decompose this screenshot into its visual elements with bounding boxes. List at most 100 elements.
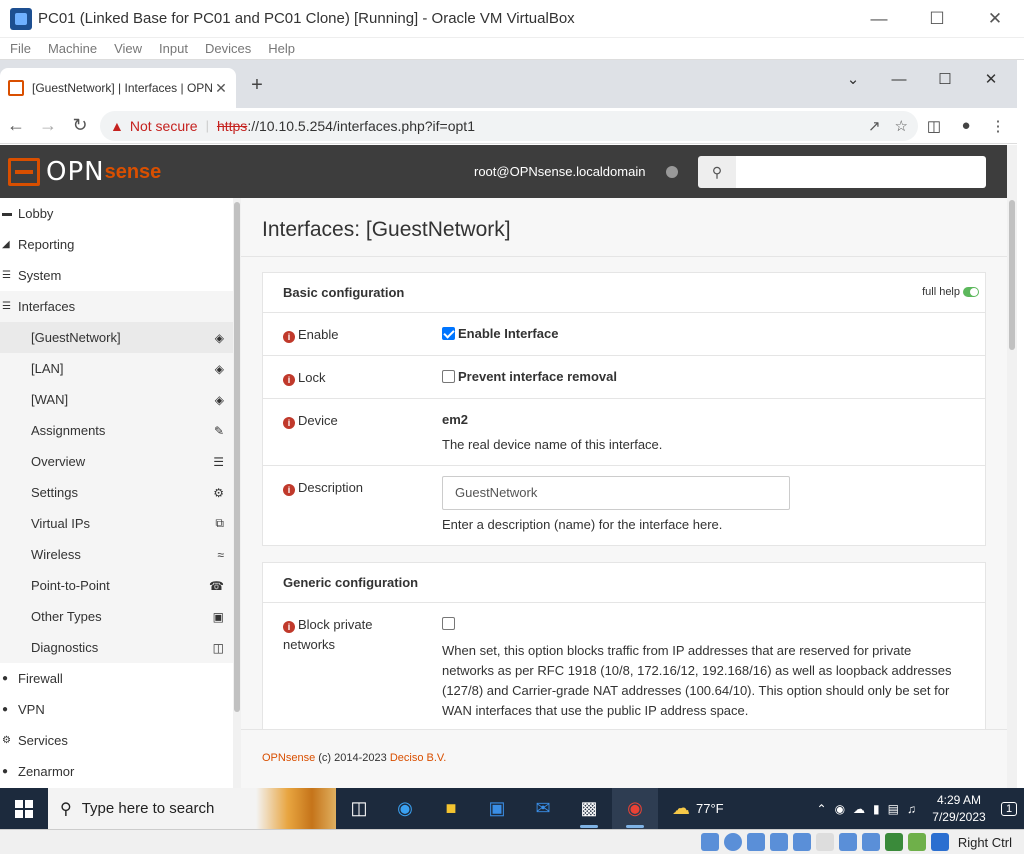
sidebar-item-overview[interactable]: Overview ☰ <box>0 446 233 477</box>
status-dot-icon[interactable] <box>666 166 678 178</box>
footer-opnsense-link[interactable]: OPNsense <box>262 752 315 764</box>
edge-icon[interactable]: ◉ <box>382 788 428 829</box>
sidebar-scrollbar[interactable] <box>233 198 241 788</box>
back-arrow-icon[interactable]: ← <box>0 110 32 142</box>
block-private-label: Block private networks <box>283 617 373 652</box>
sidebar-item-other-types[interactable]: Other Types ▣ <box>0 601 233 632</box>
mail-icon[interactable]: ✉ <box>520 788 566 829</box>
menu-view[interactable]: View <box>114 41 142 56</box>
sidebar-item-interfaces[interactable]: ☰ Interfaces <box>0 291 233 322</box>
menu-file[interactable]: File <box>10 41 31 56</box>
task-view-icon[interactable]: ◫ <box>336 788 382 829</box>
prevent-removal-checkbox[interactable] <box>442 370 455 383</box>
browser-maximize-button[interactable]: ☐ <box>922 64 968 94</box>
menu-help[interactable]: Help <box>268 41 295 56</box>
taskbar-search-box[interactable]: ⚲ Type here to search <box>48 788 336 829</box>
sidebar-item-services[interactable]: ⚙ Services <box>0 725 233 756</box>
page-scrollbar[interactable] <box>1007 145 1017 788</box>
file-explorer-icon[interactable]: ■ <box>428 788 474 829</box>
cpu-icon[interactable] <box>884 833 903 851</box>
recording-icon[interactable] <box>861 833 880 851</box>
info-circle-icon[interactable]: i <box>283 621 295 633</box>
windows-start-icon[interactable] <box>0 788 48 829</box>
camera-icon[interactable]: ◉ <box>835 802 845 816</box>
onedrive-cloud-icon[interactable]: ☁ <box>853 802 865 816</box>
enable-row: i Enable Enable Interface <box>263 313 985 356</box>
show-hidden-icons-chevron-up-icon[interactable]: ⌃ <box>817 802 827 816</box>
optical-drive-icon[interactable] <box>723 833 742 851</box>
wifi-icon: ≈ <box>217 547 224 562</box>
battery-icon[interactable]: ▮ <box>873 802 880 816</box>
sidebar-item-lobby[interactable]: ▬ Lobby <box>0 198 233 229</box>
shared-folders-icon[interactable] <box>815 833 834 851</box>
reload-icon[interactable]: ↻ <box>64 110 96 142</box>
sidebar-item-wan[interactable]: [WAN] ◈ <box>0 384 233 415</box>
info-circle-icon[interactable]: i <box>283 374 295 386</box>
tab-search-chevron-down-icon[interactable]: ⌄ <box>830 64 876 94</box>
search-input[interactable] <box>736 156 986 188</box>
opnsense-logo[interactable]: OPN sense <box>8 157 161 187</box>
address-bar[interactable]: ▲ Not secure | https ://10.10.5.254/inte… <box>100 110 918 141</box>
more-menu-icon[interactable]: ⋮ <box>982 117 1014 135</box>
sitemap-icon: ☰ <box>2 301 11 312</box>
not-secure-label[interactable]: Not secure <box>130 118 198 134</box>
keyboard-capture-arrow-icon[interactable] <box>930 833 949 851</box>
browser-tab[interactable]: [GuestNetwork] | Interfaces | OPNsense ✕ <box>0 68 236 108</box>
network-icon[interactable]: ▤ <box>888 802 899 816</box>
mouse-integration-icon[interactable] <box>907 833 926 851</box>
info-circle-icon[interactable]: i <box>283 417 295 429</box>
full-help-toggle[interactable]: full help <box>922 286 979 298</box>
description-input[interactable]: GuestNetwork <box>442 476 790 510</box>
display-icon[interactable] <box>838 833 857 851</box>
taskbar-clock[interactable]: 4:29 AM 7/29/2023 <box>924 792 994 826</box>
block-private-checkbox[interactable] <box>442 617 455 630</box>
vbox-window-title: PC01 (Linked Base for PC01 and PC01 Clon… <box>38 10 575 27</box>
user-label[interactable]: root@OPNsense.localdomain <box>474 164 645 179</box>
weather-widget[interactable]: ☁ 77°F <box>672 798 724 819</box>
sidebar-item-point-to-point[interactable]: Point-to-Point ☎ <box>0 570 233 601</box>
chrome-icon[interactable]: ◉ <box>612 788 658 829</box>
browser-close-button[interactable]: ✕ <box>968 64 1014 94</box>
notification-icon[interactable]: 1 <box>994 788 1024 829</box>
minimize-button[interactable]: — <box>850 0 908 38</box>
audio-icon[interactable] <box>746 833 765 851</box>
sidebar-item-diagnostics[interactable]: Diagnostics ◫ <box>0 632 233 663</box>
sidebar-item-guestnetwork[interactable]: [GuestNetwork] ◈ <box>0 322 233 353</box>
menu-machine[interactable]: Machine <box>48 41 97 56</box>
network-adapter-icon[interactable] <box>769 833 788 851</box>
terminal-icon[interactable]: ▩ <box>566 788 612 829</box>
hard-disk-icon[interactable] <box>700 833 719 851</box>
bookmark-star-icon[interactable]: ☆ <box>895 117 908 135</box>
close-button[interactable]: ✕ <box>966 0 1024 38</box>
volume-icon[interactable]: ♫ <box>907 802 916 816</box>
side-panel-icon[interactable]: ◫ <box>918 117 950 135</box>
sidebar-item-zenarmor[interactable]: ● Zenarmor <box>0 756 233 787</box>
sidebar-item-lan[interactable]: [LAN] ◈ <box>0 353 233 384</box>
info-circle-icon[interactable]: i <box>283 331 295 343</box>
enable-interface-checkbox[interactable] <box>442 327 455 340</box>
menu-input[interactable]: Input <box>159 41 188 56</box>
tab-close-icon[interactable]: ✕ <box>212 80 230 97</box>
profile-avatar-icon[interactable]: ● <box>950 117 982 134</box>
microsoft-store-icon[interactable]: ▣ <box>474 788 520 829</box>
maximize-button[interactable]: ☐ <box>908 0 966 38</box>
menu-devices[interactable]: Devices <box>205 41 251 56</box>
info-circle-icon[interactable]: i <box>283 484 295 496</box>
lock-label: Lock <box>298 370 326 385</box>
usb-icon[interactable] <box>792 833 811 851</box>
search-icon[interactable]: ⚲ <box>698 156 736 188</box>
sidebar-item-settings[interactable]: Settings ⚙ <box>0 477 233 508</box>
sidebar-item-vpn[interactable]: ● VPN <box>0 694 233 725</box>
sidebar-item-system[interactable]: ☰ System <box>0 260 233 291</box>
sidebar-item-assignments[interactable]: Assignments ✎ <box>0 415 233 446</box>
forward-arrow-icon[interactable]: → <box>32 110 64 142</box>
new-tab-button[interactable]: + <box>246 74 268 96</box>
sidebar-item-wireless[interactable]: Wireless ≈ <box>0 539 233 570</box>
sidebar-item-virtual-ips[interactable]: Virtual IPs ⧉ <box>0 508 233 539</box>
browser-minimize-button[interactable]: — <box>876 64 922 94</box>
sidebar-item-firewall[interactable]: ● Firewall <box>0 663 233 694</box>
footer-deciso-link[interactable]: Deciso B.V. <box>390 752 446 764</box>
share-icon[interactable]: ↗ <box>868 117 881 135</box>
sidebar-item-reporting[interactable]: ◢ Reporting <box>0 229 233 260</box>
toggle-on-icon[interactable] <box>963 287 979 297</box>
